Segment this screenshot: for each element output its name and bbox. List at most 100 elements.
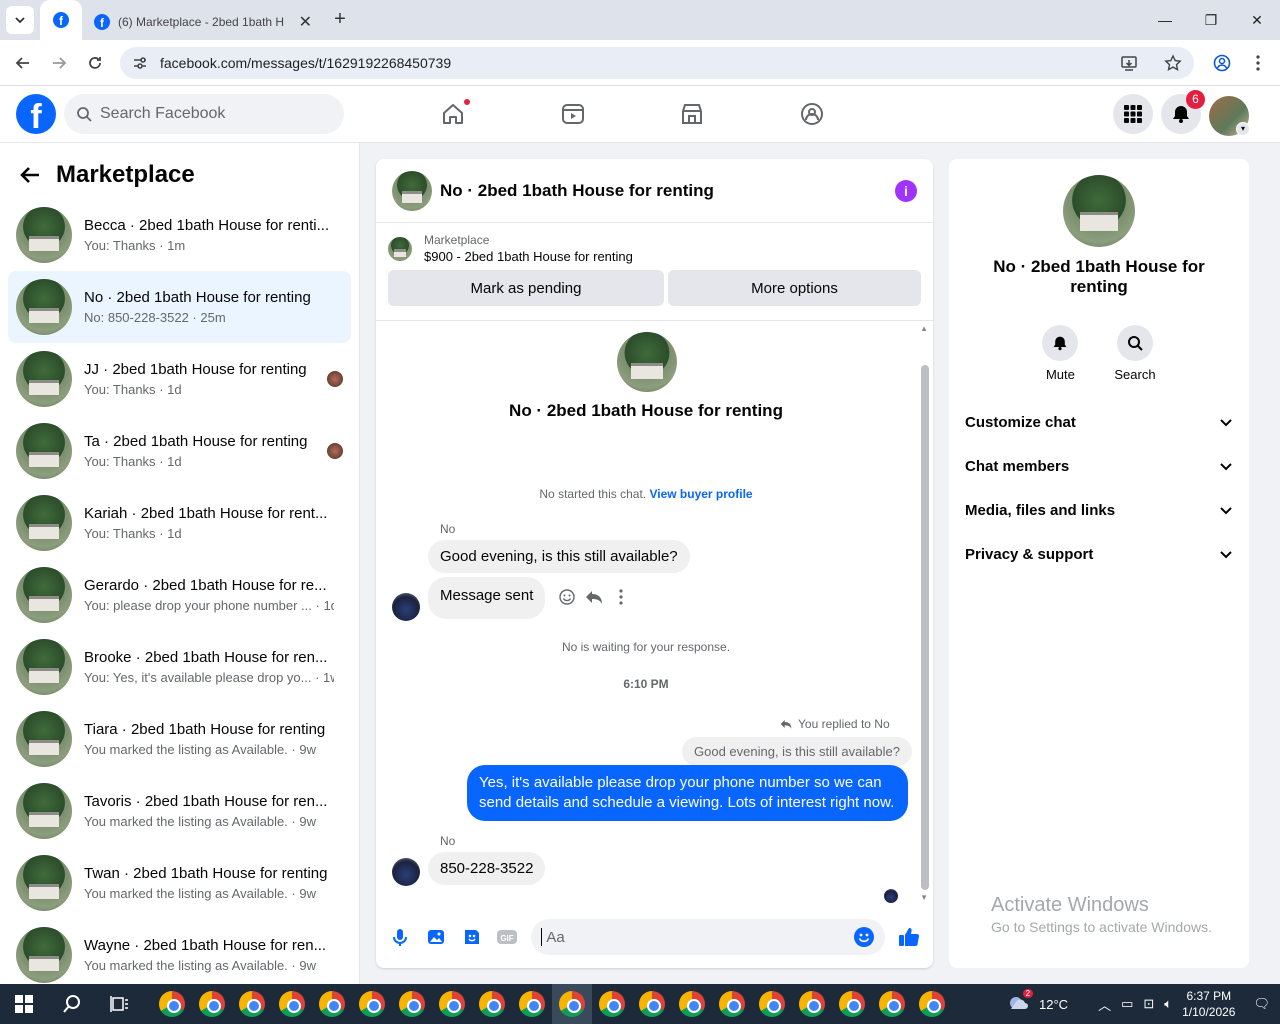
info-icon[interactable]: i — [895, 179, 917, 202]
facebook-logo-icon[interactable]: f — [16, 94, 56, 134]
conversation-item[interactable]: Twan · 2bed 1bath House for renting You m… — [8, 847, 351, 919]
listing-price[interactable]: $900 - 2bed 1bath House for renting — [424, 249, 633, 264]
chrome-taskbar-icon[interactable] — [472, 984, 512, 1024]
back-arrow-icon[interactable] — [20, 166, 40, 184]
details-section-row[interactable]: Privacy & support — [949, 532, 1249, 576]
view-buyer-profile-link[interactable]: View buyer profile — [649, 487, 752, 501]
weather-icon[interactable]: 2 — [1007, 989, 1034, 1015]
my-message-bubble[interactable]: Yes, it's available please drop your pho… — [467, 765, 908, 821]
volume-icon[interactable]: 🔈︎ — [1164, 996, 1172, 1012]
conversation-item[interactable]: Tiara · 2bed 1bath House for renting You … — [8, 703, 351, 775]
sender-avatar[interactable] — [392, 858, 420, 886]
chrome-taskbar-icon[interactable] — [752, 984, 792, 1024]
scroll-up-icon[interactable]: ▲ — [920, 324, 928, 333]
chrome-taskbar-icon[interactable] — [632, 984, 672, 1024]
chrome-taskbar-icon[interactable] — [792, 984, 832, 1024]
chrome-taskbar-icon[interactable] — [232, 984, 272, 1024]
nav-video[interactable] — [553, 94, 593, 134]
conversation-item[interactable]: Tavoris · 2bed 1bath House for ren... You… — [8, 775, 351, 847]
conversation-item[interactable]: Gerardo · 2bed 1bath House for re... You:… — [8, 559, 351, 631]
tab-close-icon[interactable]: ✕ — [299, 12, 312, 32]
meet-now-icon[interactable]: ▭ — [1121, 996, 1133, 1012]
chrome-taskbar-icon[interactable] — [272, 984, 312, 1024]
more-vertical-icon[interactable] — [619, 589, 623, 605]
chat-title[interactable]: No · 2bed 1bath House for renting — [440, 181, 887, 201]
minimize-button[interactable]: — — [1142, 0, 1188, 40]
bookmark-star-icon[interactable] — [1164, 54, 1182, 72]
chevron-down-icon[interactable]: ▾ — [1236, 122, 1250, 136]
attach-photo-button[interactable] — [424, 925, 448, 949]
chrome-taskbar-icon[interactable] — [872, 984, 912, 1024]
notifications-button[interactable]: 6 — [1161, 90, 1205, 134]
message-bubble[interactable]: Good evening, is this still available? — [428, 540, 690, 573]
new-tab-button[interactable]: + — [328, 8, 352, 32]
chrome-taskbar-icon[interactable] — [712, 984, 752, 1024]
quoted-message[interactable]: Good evening, is this still available? — [682, 737, 912, 766]
chrome-taskbar-icon[interactable] — [352, 984, 392, 1024]
chat-avatar[interactable] — [392, 170, 432, 211]
restore-button[interactable]: ❐ — [1188, 0, 1234, 40]
conversation-item[interactable]: Kariah · 2bed 1bath House for rent... You… — [8, 487, 351, 559]
conversation-item[interactable]: No · 2bed 1bath House for renting No: 850… — [8, 271, 351, 343]
message-bubble[interactable]: Message sent — [428, 577, 546, 619]
nav-groups[interactable] — [792, 94, 832, 134]
address-bar[interactable]: facebook.com/messages/t/1629192268450739 — [120, 47, 1194, 79]
emoji-icon[interactable] — [853, 926, 875, 948]
conversation-item[interactable]: Wayne · 2bed 1bath House for ren... You m… — [8, 919, 351, 984]
chrome-taskbar-icon[interactable] — [192, 984, 232, 1024]
profile-button[interactable] — [1209, 50, 1235, 76]
nav-marketplace[interactable] — [672, 94, 712, 134]
clock[interactable]: 6:37 PM 1/10/2026 — [1182, 988, 1235, 1020]
chrome-taskbar-icon[interactable] — [552, 984, 592, 1024]
notification-center-icon[interactable]: 🗨︎ — [1253, 996, 1270, 1012]
mark-as-pending-button[interactable]: Mark as pending — [388, 270, 664, 306]
conversation-item[interactable]: Brooke · 2bed 1bath House for ren... You:… — [8, 631, 351, 703]
tray-chevron-icon[interactable]: ︿ — [1098, 995, 1111, 1014]
tab-search-dropdown[interactable] — [6, 6, 34, 34]
reply-icon[interactable] — [585, 588, 603, 606]
chrome-taskbar-icon[interactable] — [432, 984, 472, 1024]
taskbar-search-button[interactable] — [48, 984, 96, 1024]
chrome-taskbar-icon[interactable] — [512, 984, 552, 1024]
details-avatar[interactable] — [1063, 175, 1135, 247]
nav-home[interactable] — [433, 94, 473, 134]
gif-button[interactable]: GIF — [496, 925, 520, 949]
chrome-taskbar-icon[interactable] — [672, 984, 712, 1024]
scroll-down-icon[interactable]: ▼ — [920, 893, 928, 902]
scrollbar[interactable] — [921, 365, 929, 890]
browser-menu-button[interactable] — [1245, 50, 1271, 76]
start-button[interactable] — [0, 984, 48, 1024]
task-view-button[interactable] — [96, 984, 144, 1024]
chrome-taskbar-icon[interactable] — [592, 984, 632, 1024]
install-app-icon[interactable] — [1120, 54, 1138, 72]
pinned-tab-facebook[interactable]: f — [40, 0, 82, 40]
chrome-taskbar-icon[interactable] — [912, 984, 952, 1024]
browser-tab[interactable]: f (6) Marketplace - 2bed 1bath H ✕ — [84, 4, 322, 40]
sticker-button[interactable] — [460, 925, 484, 949]
react-emoji-icon[interactable] — [558, 588, 576, 606]
chrome-taskbar-icon[interactable] — [312, 984, 352, 1024]
details-section-row[interactable]: Customize chat — [949, 400, 1249, 444]
voice-clip-button[interactable] — [388, 925, 412, 949]
sender-avatar[interactable] — [392, 593, 420, 621]
mute-button[interactable]: Mute — [1042, 325, 1079, 382]
chrome-taskbar-icon[interactable] — [392, 984, 432, 1024]
message-bubble[interactable]: 850-228-3522 — [428, 852, 546, 885]
facebook-search-input[interactable]: Search Facebook — [64, 94, 344, 134]
chrome-taskbar-icon[interactable] — [152, 984, 192, 1024]
conversation-item[interactable]: Ta · 2bed 1bath House for renting You: Th… — [8, 415, 351, 487]
conversation-item[interactable]: Becca · 2bed 1bath House for renti... You… — [8, 199, 351, 271]
more-options-button[interactable]: More options — [668, 270, 921, 306]
back-button[interactable] — [10, 50, 36, 76]
conversation-item[interactable]: JJ · 2bed 1bath House for renting You: Th… — [8, 343, 351, 415]
details-section-row[interactable]: Media, files and links — [949, 488, 1249, 532]
listing-thumbnail[interactable] — [388, 236, 412, 261]
search-in-chat-button[interactable]: Search — [1114, 325, 1156, 382]
forward-button[interactable] — [46, 50, 72, 76]
reload-button[interactable] — [82, 50, 108, 76]
message-input[interactable]: Aa — [531, 919, 886, 955]
close-window-button[interactable]: ✕ — [1234, 0, 1280, 40]
network-icon[interactable]: ⊡ — [1143, 996, 1154, 1012]
menu-button[interactable] — [1113, 94, 1153, 134]
like-button[interactable] — [897, 925, 921, 949]
